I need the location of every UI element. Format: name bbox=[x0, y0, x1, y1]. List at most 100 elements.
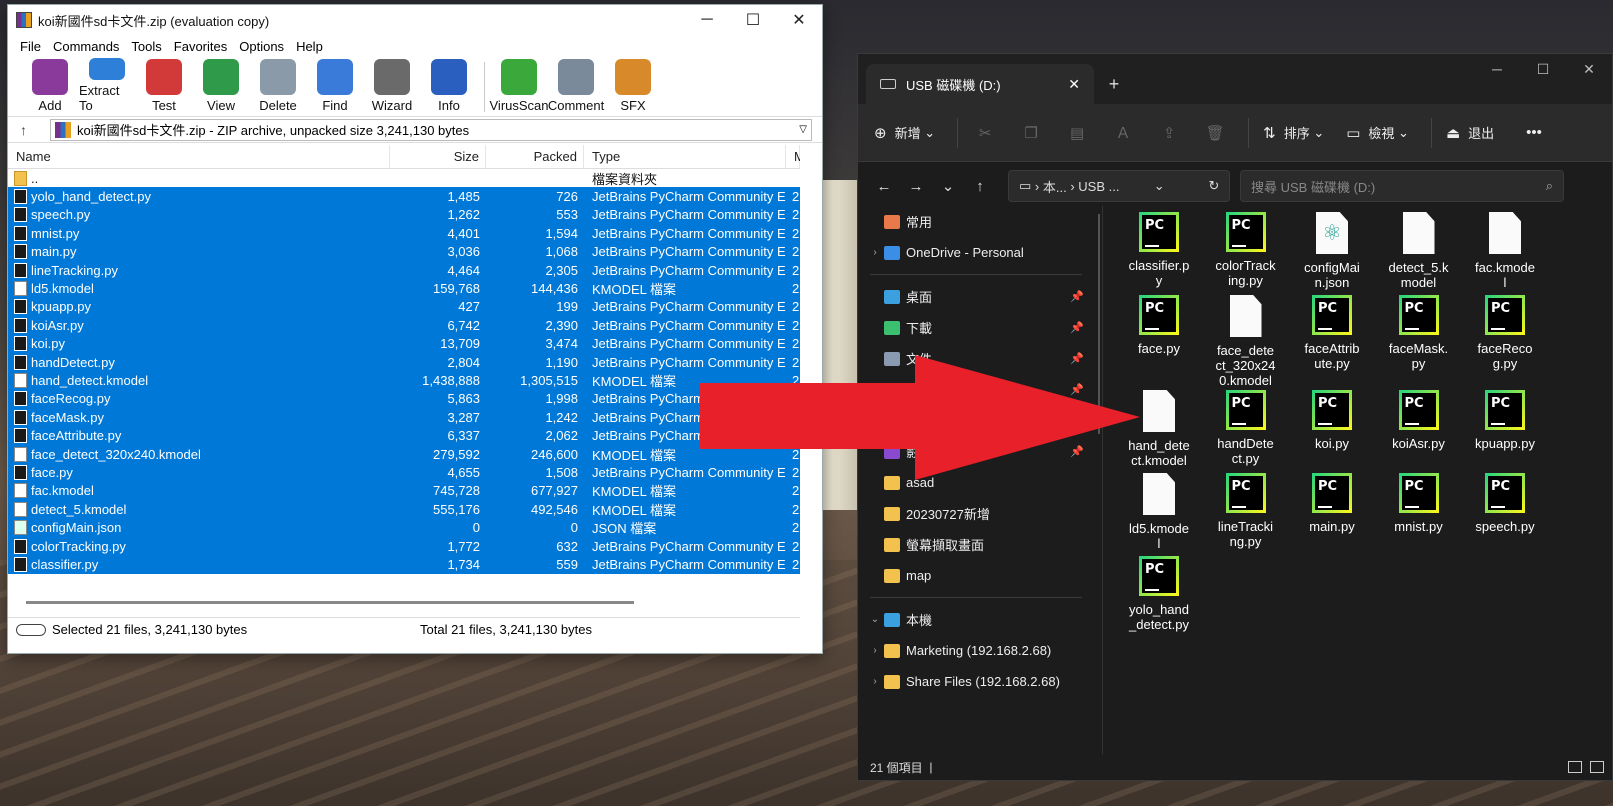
toolbar-button-10[interactable]: SFX bbox=[605, 58, 661, 116]
new-button[interactable]: ⊕ 新增 ⌄ bbox=[874, 123, 935, 142]
toolbar-button-3[interactable]: View bbox=[193, 58, 249, 116]
toolbar-button-1[interactable]: Extract To bbox=[79, 58, 135, 116]
table-row[interactable]: faceMask.py 3,287 1,242 JetBrains PyCharm C… bbox=[8, 408, 800, 427]
file-tile[interactable]: PC main.py bbox=[1289, 473, 1375, 534]
address-chevron-down-icon[interactable]: ⌄ bbox=[1154, 178, 1165, 194]
breadcrumb-usb[interactable]: USB ... bbox=[1078, 179, 1119, 194]
table-row[interactable]: hand_detect.kmodel 1,438,888 1,305,515 KMOD… bbox=[8, 371, 800, 390]
table-row[interactable]: yolo_hand_detect.py 1,485 726 JetBrains PyC… bbox=[8, 187, 800, 206]
sidebar-item[interactable]: map bbox=[858, 560, 1098, 591]
table-row[interactable]: main.py 3,036 1,068 JetBrains PyCharm Commu… bbox=[8, 242, 800, 261]
file-tile[interactable]: PC faceRecog.py bbox=[1462, 295, 1548, 371]
forward-arrow-icon[interactable]: → bbox=[900, 178, 932, 195]
toolbar-button-7[interactable]: Info bbox=[421, 58, 477, 116]
table-row[interactable]: detect_5.kmodel 555,176 492,546 KMODEL 檔案 2 bbox=[8, 500, 800, 519]
sidebar-item[interactable]: 常用 bbox=[858, 206, 1098, 237]
file-tile[interactable]: detect_5.kmodel bbox=[1376, 212, 1462, 290]
column-header-modified[interactable]: M bbox=[786, 145, 800, 168]
file-tile[interactable]: PC classifier.py bbox=[1116, 212, 1202, 288]
sidebar-item[interactable]: 20230727新增 bbox=[858, 498, 1098, 529]
file-tile[interactable]: PC koiAsr.py bbox=[1376, 390, 1462, 451]
horizontal-scrollbar[interactable] bbox=[26, 601, 634, 604]
file-tile[interactable]: PC speech.py bbox=[1462, 473, 1548, 534]
file-tile[interactable]: PC faceAttribute.py bbox=[1289, 295, 1375, 371]
chevron-icon[interactable]: › bbox=[866, 247, 884, 258]
details-view-icon[interactable] bbox=[1568, 761, 1582, 773]
table-row[interactable]: handDetect.py 2,804 1,190 JetBrains PyCharm… bbox=[8, 352, 800, 372]
menu-favorites[interactable]: Favorites bbox=[168, 39, 233, 54]
file-tile[interactable]: PC yolo_hand_detect.py bbox=[1116, 556, 1202, 632]
sidebar-item[interactable]: 螢幕擷取畫面 bbox=[858, 529, 1098, 560]
recent-chevron-icon[interactable]: ⌄ bbox=[932, 177, 964, 195]
table-row[interactable]: face_detect_320x240.kmodel 279,592 246,600… bbox=[8, 444, 800, 464]
column-header-type[interactable]: Type bbox=[584, 145, 786, 168]
file-tile[interactable]: PC mnist.py bbox=[1376, 473, 1462, 534]
more-options-button[interactable]: ••• bbox=[1526, 124, 1550, 141]
share-icon[interactable]: ⇪ bbox=[1156, 124, 1182, 142]
explorer-maximize-button[interactable]: ☐ bbox=[1520, 54, 1566, 84]
close-tab-icon[interactable]: ✕ bbox=[1068, 76, 1080, 93]
breadcrumb-this-pc[interactable]: 本... bbox=[1043, 177, 1067, 196]
toolbar-button-9[interactable]: Comment bbox=[548, 58, 604, 116]
pin-icon[interactable]: 📌 bbox=[1070, 321, 1084, 334]
explorer-minimize-button[interactable]: ─ bbox=[1474, 54, 1520, 84]
sidebar-item[interactable]: 桌面 📌 bbox=[858, 281, 1098, 312]
menu-file[interactable]: File bbox=[14, 39, 47, 54]
up-arrow-icon[interactable]: ↑ bbox=[20, 122, 40, 138]
menu-tools[interactable]: Tools bbox=[125, 39, 167, 54]
file-tile[interactable]: PC faceMask.py bbox=[1376, 295, 1462, 371]
chevron-icon[interactable]: ⌄ bbox=[866, 614, 884, 625]
file-tile[interactable]: ld5.kmodel bbox=[1116, 473, 1202, 551]
close-button[interactable]: ✕ bbox=[776, 5, 822, 35]
up-arrow-icon[interactable]: ↑ bbox=[964, 178, 996, 195]
table-row[interactable]: colorTracking.py 1,772 632 JetBrains PyChar… bbox=[8, 536, 800, 556]
sidebar-item[interactable]: › Share Files (192.168.2.68) bbox=[858, 666, 1098, 697]
column-header-size[interactable]: Size bbox=[390, 145, 486, 168]
toolbar-button-4[interactable]: Delete bbox=[250, 58, 306, 116]
delete-icon[interactable]: 🗑 bbox=[1202, 124, 1228, 142]
toolbar-button-5[interactable]: Find bbox=[307, 58, 363, 116]
table-row[interactable]: speech.py 1,262 553 JetBrains PyCharm Commu… bbox=[8, 205, 800, 225]
sort-button[interactable]: ⇅ 排序 ⌄ bbox=[1263, 123, 1324, 142]
parent-folder-row[interactable]: .. 檔案資料夾 bbox=[8, 169, 800, 188]
toolbar-button-2[interactable]: Test bbox=[136, 58, 192, 116]
archive-address-box[interactable]: koi新國件sd卡文件.zip - ZIP archive, unpacked … bbox=[50, 118, 812, 141]
table-row[interactable]: faceAttribute.py 6,337 2,062 JetBrains PyCh… bbox=[8, 426, 800, 445]
copy-icon[interactable]: ❐ bbox=[1018, 124, 1044, 142]
tiles-view-icon[interactable] bbox=[1590, 761, 1604, 773]
back-arrow-icon[interactable]: ← bbox=[868, 178, 900, 195]
column-header-packed[interactable]: Packed bbox=[486, 145, 584, 168]
toolbar-button-0[interactable]: Add bbox=[22, 58, 78, 116]
file-tile[interactable]: face_detect_320x240.kmodel bbox=[1203, 295, 1289, 388]
view-button[interactable]: ▭ 檢視 ⌄ bbox=[1346, 123, 1409, 142]
table-row[interactable]: faceRecog.py 5,863 1,998 JetBrains PyCharm … bbox=[8, 389, 800, 409]
table-row[interactable]: lineTracking.py 4,464 2,305 JetBrains PyCha… bbox=[8, 260, 800, 280]
column-header-name[interactable]: Name bbox=[8, 145, 390, 168]
rename-icon[interactable]: Ａ bbox=[1110, 122, 1136, 143]
explorer-address-bar[interactable]: ▭ › 本... › USB ... ⌄ ↻ bbox=[1008, 170, 1230, 202]
sidebar-item[interactable]: › OneDrive - Personal bbox=[858, 237, 1098, 268]
chevron-down-icon[interactable]: ▽ bbox=[799, 124, 807, 135]
sidebar-item[interactable]: 下載 📌 bbox=[858, 312, 1098, 343]
table-row[interactable]: koiAsr.py 6,742 2,390 JetBrains PyCharm Com… bbox=[8, 316, 800, 335]
eject-button[interactable]: ⏏ 退出 bbox=[1446, 123, 1494, 142]
toolbar-button-8[interactable]: VirusScan bbox=[490, 58, 549, 116]
file-tile[interactable]: PC kpuapp.py bbox=[1462, 390, 1548, 451]
search-box[interactable]: 搜尋 USB 磁碟機 (D:) ⌕ bbox=[1240, 170, 1564, 202]
new-tab-button[interactable]: + bbox=[1094, 64, 1134, 104]
file-tile[interactable]: PC lineTracking.py bbox=[1203, 473, 1289, 549]
toolbar-button-6[interactable]: Wizard bbox=[364, 58, 420, 116]
file-tile[interactable]: ⚛ configMain.json bbox=[1289, 212, 1375, 290]
pin-icon[interactable]: 📌 bbox=[1070, 290, 1084, 303]
table-row[interactable]: kpuapp.py 427 199 JetBrains PyCharm Communi… bbox=[8, 297, 800, 317]
file-tile[interactable]: PC koi.py bbox=[1289, 390, 1375, 451]
table-row[interactable]: classifier.py 1,734 559 JetBrains PyCharm C… bbox=[8, 555, 800, 574]
menu-help[interactable]: Help bbox=[290, 39, 329, 54]
table-row[interactable]: ld5.kmodel 159,768 144,436 KMODEL 檔案 2 bbox=[8, 279, 800, 298]
minimize-button[interactable]: ─ bbox=[684, 5, 730, 35]
refresh-icon[interactable]: ↻ bbox=[1199, 178, 1229, 194]
menu-options[interactable]: Options bbox=[233, 39, 290, 54]
chevron-icon[interactable]: › bbox=[866, 645, 884, 656]
table-row[interactable]: fac.kmodel 745,728 677,927 KMODEL 檔案 2 bbox=[8, 481, 800, 501]
table-row[interactable]: koi.py 13,709 3,474 JetBrains PyCharm Commu… bbox=[8, 334, 800, 353]
